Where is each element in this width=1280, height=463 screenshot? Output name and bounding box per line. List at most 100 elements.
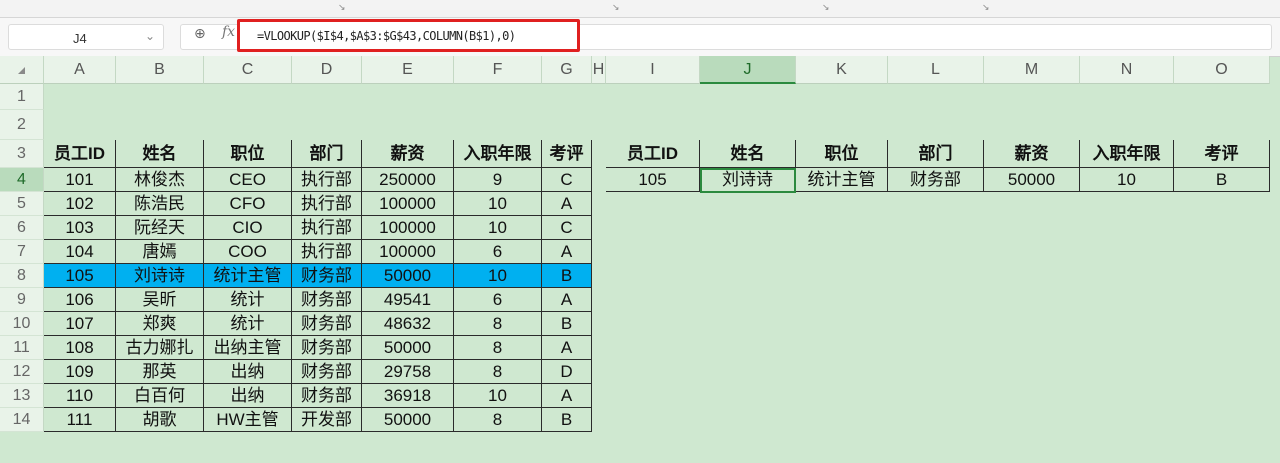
lookup-result-cell[interactable]: 105 bbox=[606, 168, 700, 192]
ribbon-launcher-icon[interactable]: ↘ bbox=[822, 2, 830, 13]
table-cell[interactable]: 8 bbox=[454, 360, 542, 384]
row-header-5[interactable]: 5 bbox=[0, 192, 44, 216]
table-cell[interactable]: A bbox=[542, 336, 592, 360]
table-cell[interactable]: B bbox=[542, 264, 592, 288]
table-header-cell[interactable]: 入职年限 bbox=[454, 140, 542, 168]
column-header-l[interactable]: L bbox=[888, 56, 984, 84]
lookup-header-cell[interactable]: 员工ID bbox=[606, 140, 700, 168]
lookup-result-cell[interactable]: B bbox=[1174, 168, 1270, 192]
table-cell[interactable]: 古力娜扎 bbox=[116, 336, 204, 360]
table-cell[interactable]: 统计 bbox=[204, 312, 292, 336]
table-cell[interactable]: 白百何 bbox=[116, 384, 204, 408]
table-cell[interactable]: 财务部 bbox=[292, 360, 362, 384]
table-cell[interactable]: 103 bbox=[44, 216, 116, 240]
table-cell[interactable]: A bbox=[542, 288, 592, 312]
table-cell[interactable]: 出纳主管 bbox=[204, 336, 292, 360]
zoom-icon[interactable]: ⊕ bbox=[194, 25, 206, 42]
table-cell[interactable]: 6 bbox=[454, 288, 542, 312]
table-cell[interactable]: 刘诗诗 bbox=[116, 264, 204, 288]
lookup-header-cell[interactable]: 职位 bbox=[796, 140, 888, 168]
table-cell[interactable]: 50000 bbox=[362, 408, 454, 432]
table-cell[interactable]: 财务部 bbox=[292, 264, 362, 288]
table-cell[interactable]: HW主管 bbox=[204, 408, 292, 432]
table-header-cell[interactable]: 考评 bbox=[542, 140, 592, 168]
table-cell[interactable]: 250000 bbox=[362, 168, 454, 192]
table-cell[interactable]: 执行部 bbox=[292, 168, 362, 192]
lookup-header-cell[interactable]: 姓名 bbox=[700, 140, 796, 168]
table-cell[interactable]: 10 bbox=[454, 192, 542, 216]
table-cell[interactable]: 阮经天 bbox=[116, 216, 204, 240]
table-cell[interactable]: 6 bbox=[454, 240, 542, 264]
table-cell[interactable]: 10 bbox=[454, 216, 542, 240]
column-header-o[interactable]: O bbox=[1174, 56, 1270, 84]
table-cell[interactable]: 开发部 bbox=[292, 408, 362, 432]
table-cell[interactable]: 林俊杰 bbox=[116, 168, 204, 192]
table-cell[interactable]: C bbox=[542, 216, 592, 240]
table-cell[interactable]: CEO bbox=[204, 168, 292, 192]
table-cell[interactable]: B bbox=[542, 408, 592, 432]
table-cell[interactable]: 统计主管 bbox=[204, 264, 292, 288]
table-cell[interactable]: 那英 bbox=[116, 360, 204, 384]
table-cell[interactable]: 8 bbox=[454, 336, 542, 360]
row-header-12[interactable]: 12 bbox=[0, 360, 44, 384]
table-cell[interactable]: 吴昕 bbox=[116, 288, 204, 312]
row-header-10[interactable]: 10 bbox=[0, 312, 44, 336]
table-cell[interactable]: 10 bbox=[454, 264, 542, 288]
table-cell[interactable]: A bbox=[542, 384, 592, 408]
row-header-8[interactable]: 8 bbox=[0, 264, 44, 288]
table-cell[interactable]: 110 bbox=[44, 384, 116, 408]
column-header-a[interactable]: A bbox=[44, 56, 116, 84]
column-header-f[interactable]: F bbox=[454, 56, 542, 84]
table-cell[interactable]: 执行部 bbox=[292, 192, 362, 216]
lookup-result-cell[interactable]: 财务部 bbox=[888, 168, 984, 192]
row-header-4[interactable]: 4 bbox=[0, 168, 44, 192]
table-cell[interactable]: 财务部 bbox=[292, 336, 362, 360]
table-header-cell[interactable]: 员工ID bbox=[44, 140, 116, 168]
chevron-down-icon[interactable]: ⌄ bbox=[145, 29, 155, 43]
row-header-2[interactable]: 2 bbox=[0, 110, 44, 140]
table-cell[interactable]: 100000 bbox=[362, 216, 454, 240]
table-cell[interactable]: 出纳 bbox=[204, 384, 292, 408]
table-cell[interactable]: 50000 bbox=[362, 336, 454, 360]
ribbon-launcher-icon[interactable]: ↘ bbox=[338, 2, 346, 13]
row-header-3[interactable]: 3 bbox=[0, 140, 44, 168]
table-cell[interactable]: 105 bbox=[44, 264, 116, 288]
table-cell[interactable]: B bbox=[542, 312, 592, 336]
lookup-result-cell[interactable]: 50000 bbox=[984, 168, 1080, 192]
table-header-cell[interactable]: 姓名 bbox=[116, 140, 204, 168]
column-header-d[interactable]: D bbox=[292, 56, 362, 84]
table-cell[interactable]: 36918 bbox=[362, 384, 454, 408]
table-cell[interactable]: 49541 bbox=[362, 288, 454, 312]
table-cell[interactable]: 107 bbox=[44, 312, 116, 336]
table-cell[interactable]: C bbox=[542, 168, 592, 192]
table-cell[interactable]: A bbox=[542, 240, 592, 264]
table-cell[interactable]: 统计 bbox=[204, 288, 292, 312]
column-header-e[interactable]: E bbox=[362, 56, 454, 84]
select-all-corner[interactable] bbox=[0, 56, 44, 84]
table-cell[interactable]: 106 bbox=[44, 288, 116, 312]
ribbon-launcher-icon[interactable]: ↘ bbox=[612, 2, 620, 13]
column-header-m[interactable]: M bbox=[984, 56, 1080, 84]
table-cell[interactable]: 50000 bbox=[362, 264, 454, 288]
table-header-cell[interactable]: 部门 bbox=[292, 140, 362, 168]
table-cell[interactable]: 执行部 bbox=[292, 216, 362, 240]
table-cell[interactable]: 111 bbox=[44, 408, 116, 432]
column-header-h[interactable]: H bbox=[592, 56, 606, 84]
table-cell[interactable]: 9 bbox=[454, 168, 542, 192]
table-cell[interactable]: 10 bbox=[454, 384, 542, 408]
table-cell[interactable]: 陈浩民 bbox=[116, 192, 204, 216]
row-header-1[interactable]: 1 bbox=[0, 84, 44, 110]
lookup-header-cell[interactable]: 考评 bbox=[1174, 140, 1270, 168]
table-cell[interactable]: COO bbox=[204, 240, 292, 264]
table-header-cell[interactable]: 职位 bbox=[204, 140, 292, 168]
table-cell[interactable]: 8 bbox=[454, 408, 542, 432]
table-cell[interactable]: 108 bbox=[44, 336, 116, 360]
row-header-14[interactable]: 14 bbox=[0, 408, 44, 432]
table-cell[interactable]: A bbox=[542, 192, 592, 216]
table-cell[interactable]: 104 bbox=[44, 240, 116, 264]
column-header-n[interactable]: N bbox=[1080, 56, 1174, 84]
table-header-cell[interactable]: 薪资 bbox=[362, 140, 454, 168]
table-cell[interactable]: 100000 bbox=[362, 240, 454, 264]
lookup-result-cell[interactable]: 10 bbox=[1080, 168, 1174, 192]
table-cell[interactable]: 48632 bbox=[362, 312, 454, 336]
